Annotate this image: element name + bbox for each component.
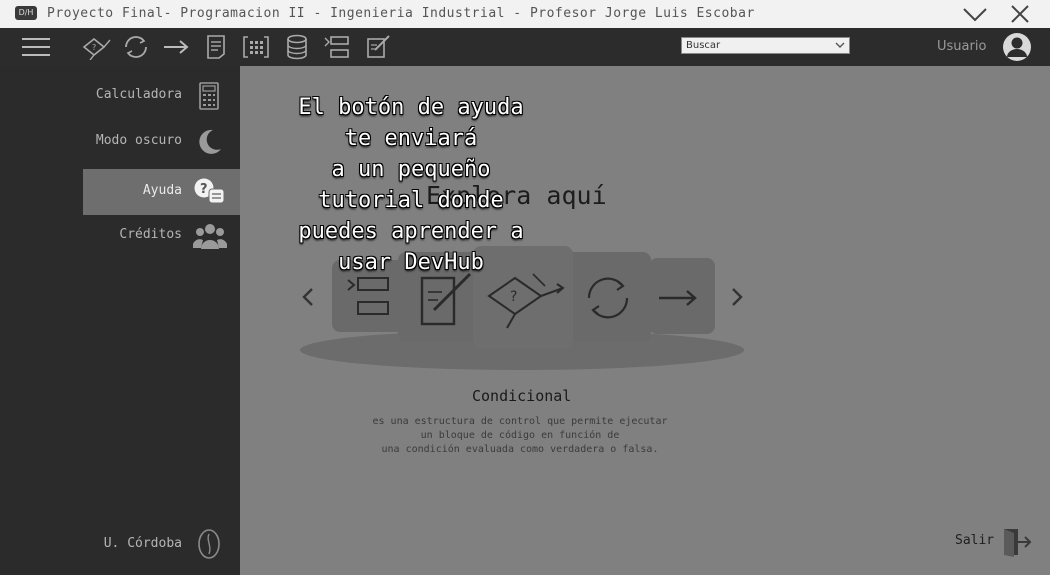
sidebar: Calculadora Modo oscuro Ayuda ? Créditos… bbox=[0, 66, 240, 575]
document-icon[interactable] bbox=[200, 28, 232, 66]
toolbar: ? Buscar Usuario bbox=[0, 28, 1050, 66]
title-bar: D/H Proyecto Final- Programacion II - In… bbox=[0, 0, 1050, 28]
minimize-button[interactable] bbox=[962, 2, 988, 26]
arrow-icon[interactable] bbox=[160, 28, 192, 66]
svg-text:?: ? bbox=[92, 43, 96, 52]
exit-door-icon[interactable] bbox=[1000, 526, 1032, 558]
tooltip-line: usar DevHub bbox=[338, 250, 484, 275]
sidebar-item-label: Ayuda bbox=[142, 183, 182, 198]
app-logo-icon: D/H bbox=[15, 6, 37, 20]
carousel-next-icon[interactable] bbox=[729, 286, 745, 308]
tooltip-line: a un pequeño bbox=[331, 157, 491, 182]
tooltip-line: El botón de ayuda bbox=[298, 95, 524, 120]
sidebar-item-ayuda[interactable]: Ayuda ? bbox=[83, 169, 240, 215]
arrow-icon bbox=[659, 290, 697, 306]
search-select-value: Buscar bbox=[686, 40, 721, 51]
tooltip-line: tutorial donde bbox=[318, 188, 504, 213]
list-icon[interactable] bbox=[321, 28, 353, 66]
window-title: Proyecto Final- Programacion II - Ingeni… bbox=[47, 6, 755, 21]
concept-description-line: una condición evaluada como verdadera o … bbox=[381, 444, 659, 455]
concept-description-line: es una estructura de control que permite… bbox=[372, 416, 668, 427]
concept-title: Condicional bbox=[472, 387, 572, 405]
carousel-card-loop[interactable] bbox=[565, 252, 651, 342]
sidebar-item-modo-oscuro[interactable]: Modo oscuro bbox=[83, 119, 240, 165]
sidebar-item-label: Calculadora bbox=[95, 87, 182, 102]
svg-text:?: ? bbox=[510, 289, 517, 305]
help-tooltip: El botón de ayuda te enviará a un pequeñ… bbox=[282, 92, 540, 278]
help-chat-icon: ? bbox=[193, 177, 225, 207]
tooltip-line: puedes aprender a bbox=[298, 219, 524, 244]
carousel-prev-icon[interactable] bbox=[300, 286, 316, 308]
sidebar-item-label: Modo oscuro bbox=[95, 133, 182, 148]
people-icon bbox=[192, 221, 228, 251]
svg-text:?: ? bbox=[200, 182, 208, 197]
moon-icon bbox=[193, 127, 225, 157]
loop-icon[interactable] bbox=[120, 28, 152, 66]
calculator-icon bbox=[193, 81, 225, 111]
search-select[interactable]: Buscar bbox=[681, 37, 850, 54]
sidebar-item-label: Créditos bbox=[119, 227, 182, 242]
tooltip-line: te enviará bbox=[344, 126, 478, 151]
close-button[interactable] bbox=[1008, 2, 1034, 26]
concept-description: es una estructura de control que permite… bbox=[330, 415, 710, 457]
hamburger-menu-icon[interactable] bbox=[20, 28, 52, 66]
exit-label[interactable]: Salir bbox=[955, 533, 994, 548]
sidebar-item-creditos[interactable]: Créditos bbox=[83, 213, 240, 259]
loop-icon bbox=[587, 277, 629, 319]
conditional-icon[interactable]: ? bbox=[80, 28, 112, 66]
university-label: U. Córdoba bbox=[103, 536, 182, 551]
edit-icon[interactable] bbox=[362, 28, 394, 66]
chevron-down-icon bbox=[835, 38, 845, 58]
concept-description-line: un bloque de código en función de bbox=[420, 430, 620, 441]
user-avatar-icon[interactable] bbox=[1002, 32, 1032, 62]
array-icon[interactable] bbox=[240, 28, 272, 66]
sidebar-item-calculadora[interactable]: Calculadora bbox=[83, 73, 240, 119]
database-icon[interactable] bbox=[281, 28, 313, 66]
university-footer: U. Córdoba bbox=[83, 524, 240, 564]
university-logo-icon bbox=[193, 528, 225, 559]
user-label[interactable]: Usuario bbox=[937, 39, 986, 54]
carousel-card-arrow[interactable] bbox=[649, 258, 715, 334]
